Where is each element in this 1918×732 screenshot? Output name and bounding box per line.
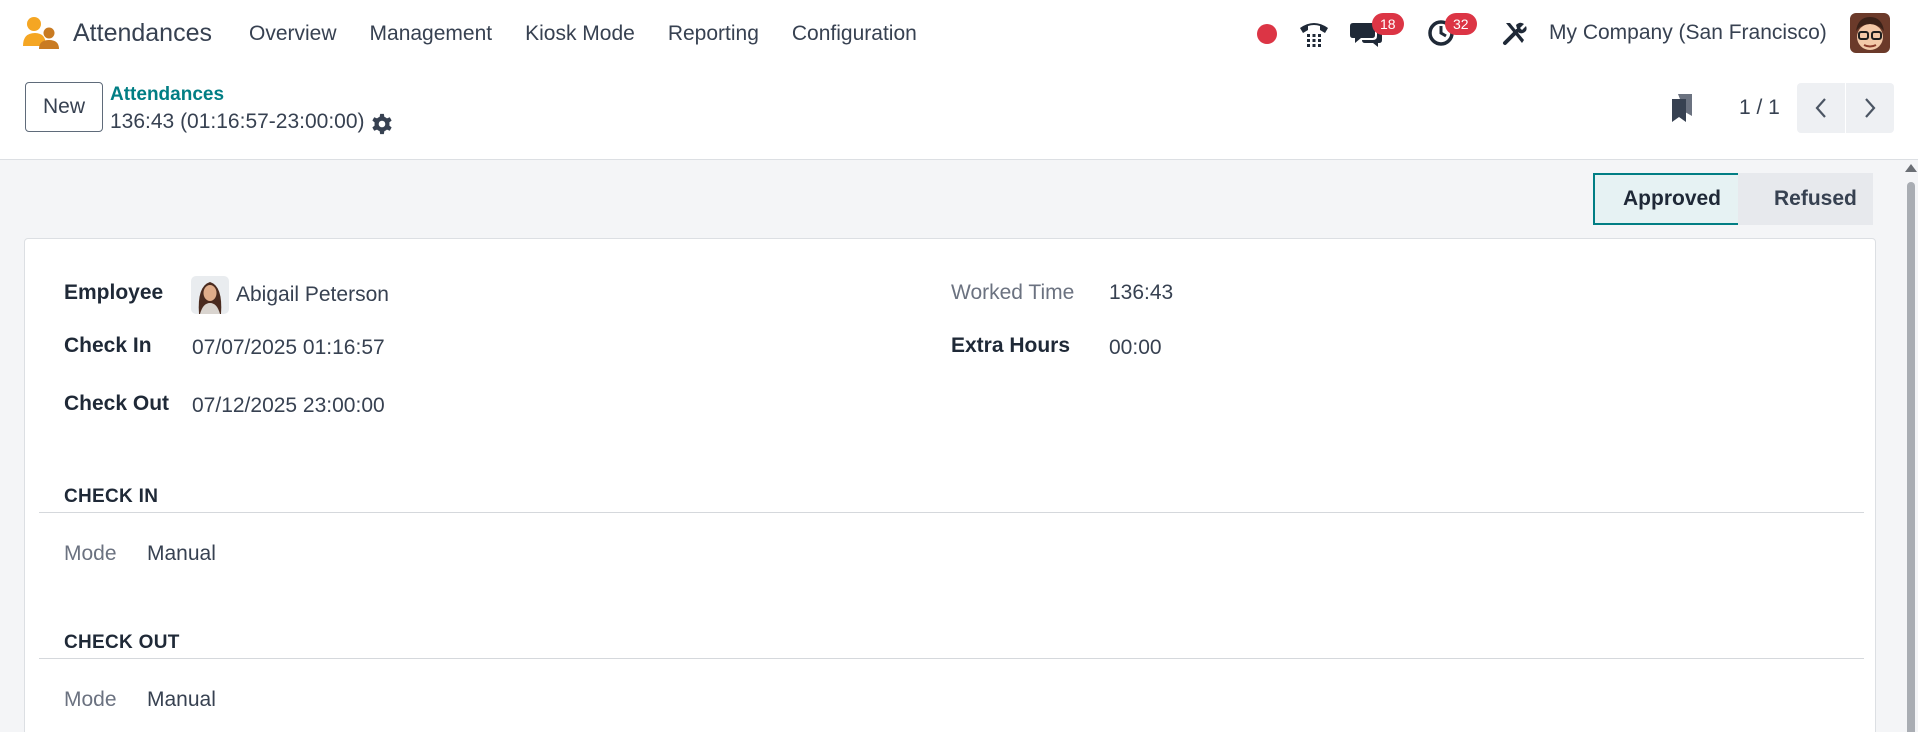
status-refused[interactable]: Refused <box>1738 173 1873 225</box>
app-logo-icon[interactable] <box>22 16 60 50</box>
scrollbar-thumb[interactable] <box>1907 182 1915 732</box>
pager-value[interactable]: 1 / 1 <box>1739 96 1780 120</box>
section-check-in: CHECK IN <box>64 486 159 507</box>
form-sheet: Employee Abigail Peterson Check In 07/07… <box>24 238 1876 732</box>
check-in-mode-label: Mode <box>64 542 117 565</box>
pager-icon[interactable] <box>1668 92 1696 124</box>
check-out-value[interactable]: 07/12/2025 23:00:00 <box>192 394 385 418</box>
chevron-right-icon <box>1865 98 1876 118</box>
worked-time-value: 136:43 <box>1109 281 1174 304</box>
menu-kiosk-mode[interactable]: Kiosk Mode <box>525 22 635 46</box>
status-refused-label: Refused <box>1774 187 1857 210</box>
pager-next-button[interactable] <box>1846 83 1894 133</box>
scroll-up-arrow[interactable] <box>1905 164 1917 172</box>
record-title: 136:43 (01:16:57-23:00:00) <box>110 110 365 133</box>
worked-time-label: Worked Time <box>951 281 1075 304</box>
employee-avatar <box>191 276 229 314</box>
chevron-left-icon <box>1815 98 1826 118</box>
control-panel: New Attendances 136:43 (01:16:57-23:00:0… <box>0 68 1918 160</box>
tools-icon[interactable] <box>1502 20 1528 46</box>
recording-icon[interactable] <box>1257 0 1277 68</box>
pager-previous-button[interactable] <box>1797 83 1845 133</box>
extra-hours-label: Extra Hours <box>951 334 1071 357</box>
app-name[interactable]: Attendances <box>73 19 212 48</box>
company-switcher[interactable]: My Company (San Francisco) <box>1549 21 1827 45</box>
check-out-mode-label: Mode <box>64 688 117 711</box>
check-in-label: Check In <box>64 334 152 357</box>
menu-configuration[interactable]: Configuration <box>792 22 917 46</box>
top-navbar: Attendances Overview Management Kiosk Mo… <box>0 0 1918 68</box>
user-avatar[interactable] <box>1850 13 1890 53</box>
messages-badge: 18 <box>1372 13 1404 35</box>
extra-hours-value[interactable]: 00:00 <box>1109 336 1162 360</box>
status-bar: Approved Refused <box>1593 173 1873 225</box>
menu-management[interactable]: Management <box>370 22 493 46</box>
divider <box>39 658 1864 659</box>
activities-badge: 32 <box>1445 13 1477 35</box>
phone-icon[interactable] <box>1298 18 1330 48</box>
check-out-mode-value: Manual <box>147 688 216 711</box>
main-menu: Overview Management Kiosk Mode Reporting… <box>249 22 950 46</box>
status-approved[interactable]: Approved <box>1593 173 1760 225</box>
employee-value[interactable]: Abigail Peterson <box>236 283 389 307</box>
menu-overview[interactable]: Overview <box>249 22 337 46</box>
menu-reporting[interactable]: Reporting <box>668 22 759 46</box>
section-check-out: CHECK OUT <box>64 632 180 653</box>
employee-label: Employee <box>64 281 164 304</box>
status-approved-label: Approved <box>1623 187 1722 210</box>
new-button[interactable]: New <box>25 82 103 132</box>
check-in-value[interactable]: 07/07/2025 01:16:57 <box>192 336 385 360</box>
divider <box>39 512 1864 513</box>
check-out-label: Check Out <box>64 392 170 415</box>
breadcrumb-attendances[interactable]: Attendances <box>110 84 224 106</box>
gear-icon[interactable] <box>371 113 393 135</box>
check-in-mode-value: Manual <box>147 542 216 565</box>
